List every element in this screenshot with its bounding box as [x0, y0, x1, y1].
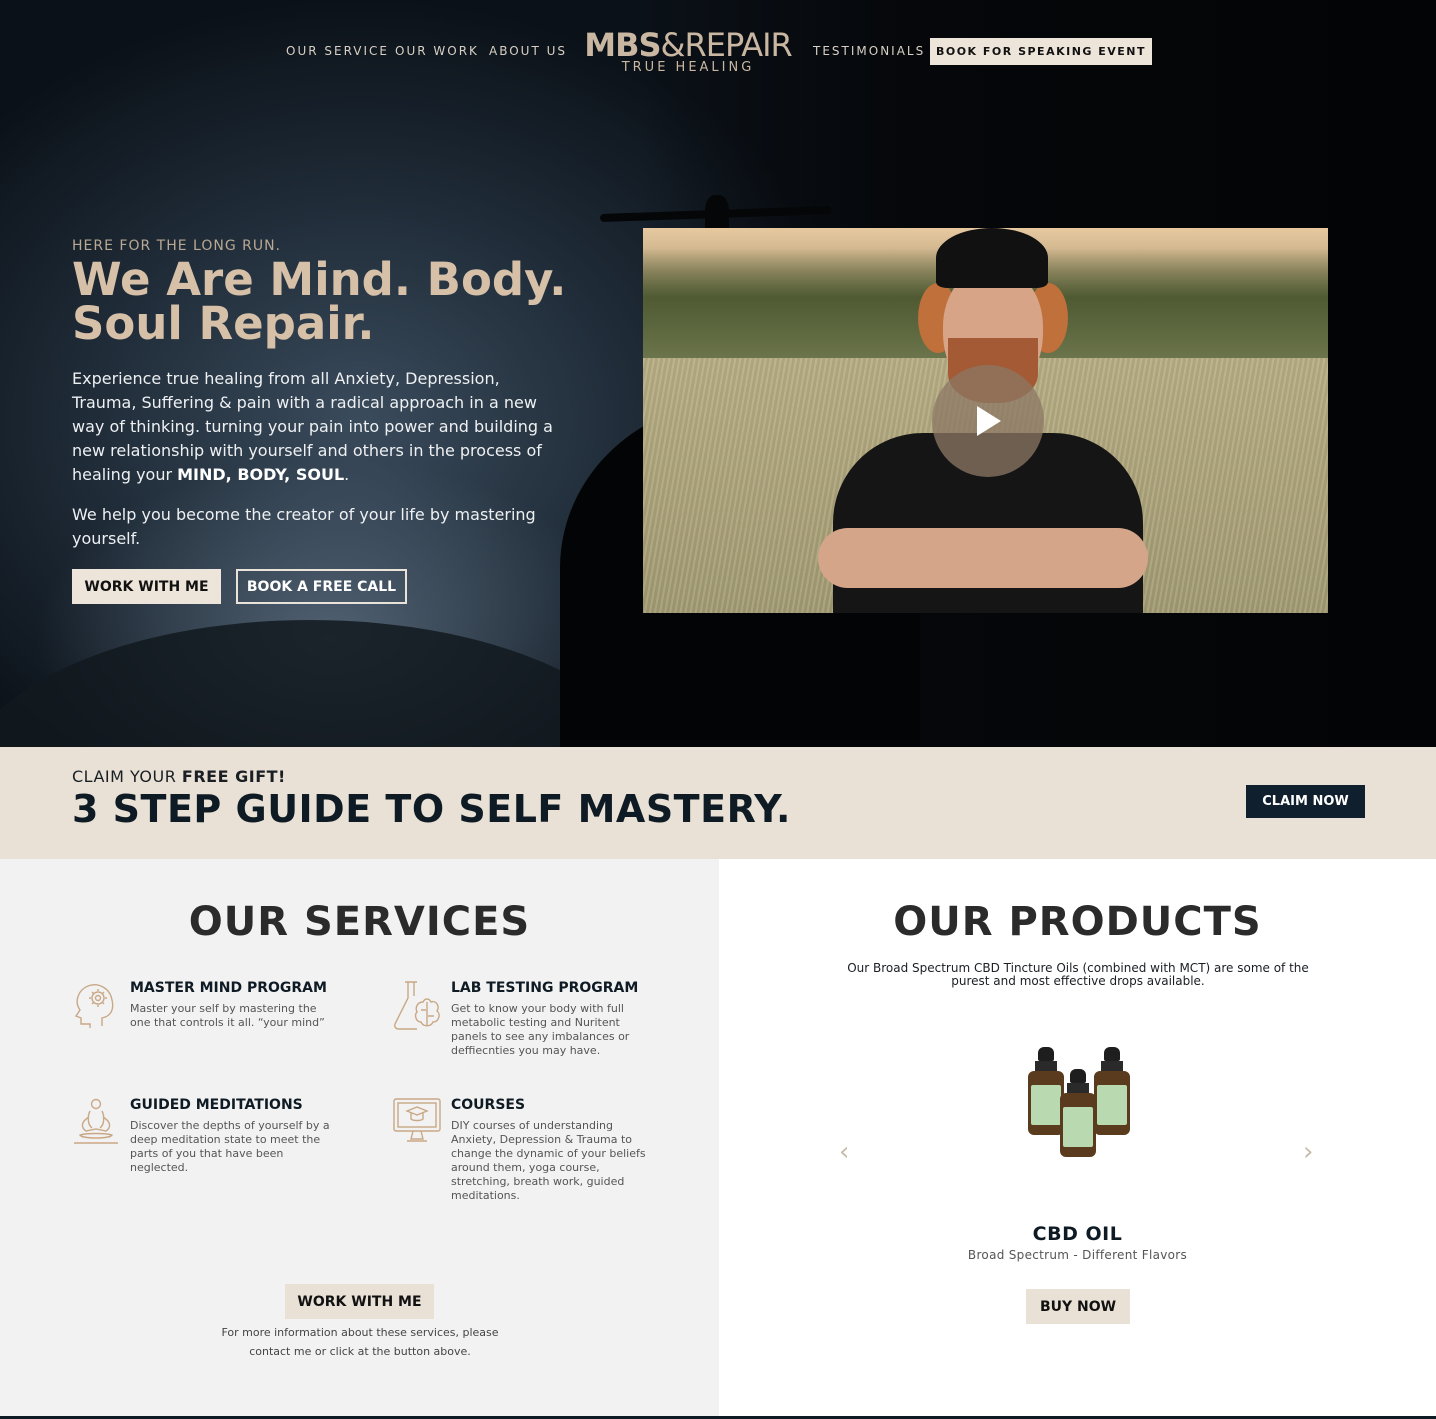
claim-now-button[interactable]: CLAIM NOW	[1246, 785, 1365, 818]
products-section: OUR PRODUCTS Our Broad Spectrum CBD Tinc…	[719, 859, 1436, 1416]
play-icon	[977, 406, 1001, 436]
products-description: Our Broad Spectrum CBD Tincture Oils (co…	[847, 961, 1309, 988]
product-name: CBD OIL	[1032, 1223, 1123, 1245]
service-title: GUIDED MEDITATIONS	[130, 1097, 303, 1113]
book-speaking-event-button[interactable]: BOOK FOR SPEAKING EVENT	[930, 38, 1152, 65]
carousel-prev-arrow[interactable]: ‹	[839, 1137, 849, 1167]
top-navigation: OUR SERVICE OUR WORK ABOUT US MBS&REPAIR…	[0, 0, 1436, 100]
book-free-call-button[interactable]: BOOK A FREE CALL	[236, 569, 407, 604]
nav-our-service[interactable]: OUR SERVICE	[286, 44, 389, 58]
product-subtitle: Broad Spectrum - Different Flavors	[967, 1248, 1188, 1262]
site-logo[interactable]: MBS&REPAIR TRUE HEALING	[583, 28, 793, 75]
gift-title: 3 STEP GUIDE TO SELF MASTERY.	[72, 787, 791, 831]
intro-video[interactable]	[643, 228, 1328, 613]
bottle-image	[1060, 1069, 1096, 1157]
services-section: OUR SERVICES MASTER MIND PROGRAM Master …	[0, 859, 719, 1416]
carousel-next-arrow[interactable]: ›	[1303, 1137, 1313, 1167]
service-title: LAB TESTING PROGRAM	[451, 980, 639, 996]
free-gift-banner: CLAIM YOUR FREE GIFT! 3 STEP GUIDE TO SE…	[0, 747, 1436, 859]
services-note: For more information about these service…	[221, 1326, 499, 1358]
services-title: OUR SERVICES	[188, 899, 531, 945]
service-description: Master your self by mastering the one th…	[130, 1002, 325, 1029]
products-title: OUR PRODUCTS	[893, 899, 1262, 945]
product-image-cbd-bottles[interactable]	[1024, 1047, 1134, 1177]
service-title: COURSES	[451, 1097, 526, 1113]
service-description: Discover the depths of yourself by a dee…	[130, 1119, 330, 1174]
service-title: MASTER MIND PROGRAM	[130, 980, 327, 996]
service-description: Get to know your body with full metaboli…	[451, 1002, 630, 1057]
bottle-image	[1028, 1047, 1064, 1135]
services-work-with-me-button[interactable]: WORK WITH ME	[285, 1284, 434, 1319]
online-course-icon	[393, 1098, 441, 1142]
hero-subtext: We help you become the creator of your l…	[72, 505, 536, 548]
service-description: DIY courses of understanding Anxiety, De…	[451, 1119, 646, 1202]
hero-eyebrow: HERE FOR THE LONG RUN.	[72, 238, 282, 254]
work-with-me-button[interactable]: WORK WITH ME	[72, 569, 221, 604]
nav-our-work[interactable]: OUR WORK	[395, 44, 479, 58]
nav-about-us[interactable]: ABOUT US	[489, 44, 567, 58]
meditation-icon	[74, 1098, 118, 1144]
mind-gear-icon	[74, 984, 114, 1028]
hero-title: We Are Mind. Body. Soul Repair.	[72, 253, 567, 350]
bottle-image	[1094, 1047, 1130, 1135]
play-button[interactable]	[932, 365, 1044, 477]
flask-brain-icon	[394, 981, 440, 1030]
hero-section: OUR SERVICE OUR WORK ABOUT US MBS&REPAIR…	[0, 0, 1436, 747]
nav-testimonials[interactable]: TESTIMONIALS	[813, 44, 925, 58]
hero-description: Experience true healing from all Anxiety…	[72, 369, 553, 484]
gift-eyebrow: CLAIM YOUR FREE GIFT!	[72, 767, 286, 786]
buy-now-button[interactable]: BUY NOW	[1026, 1289, 1130, 1324]
